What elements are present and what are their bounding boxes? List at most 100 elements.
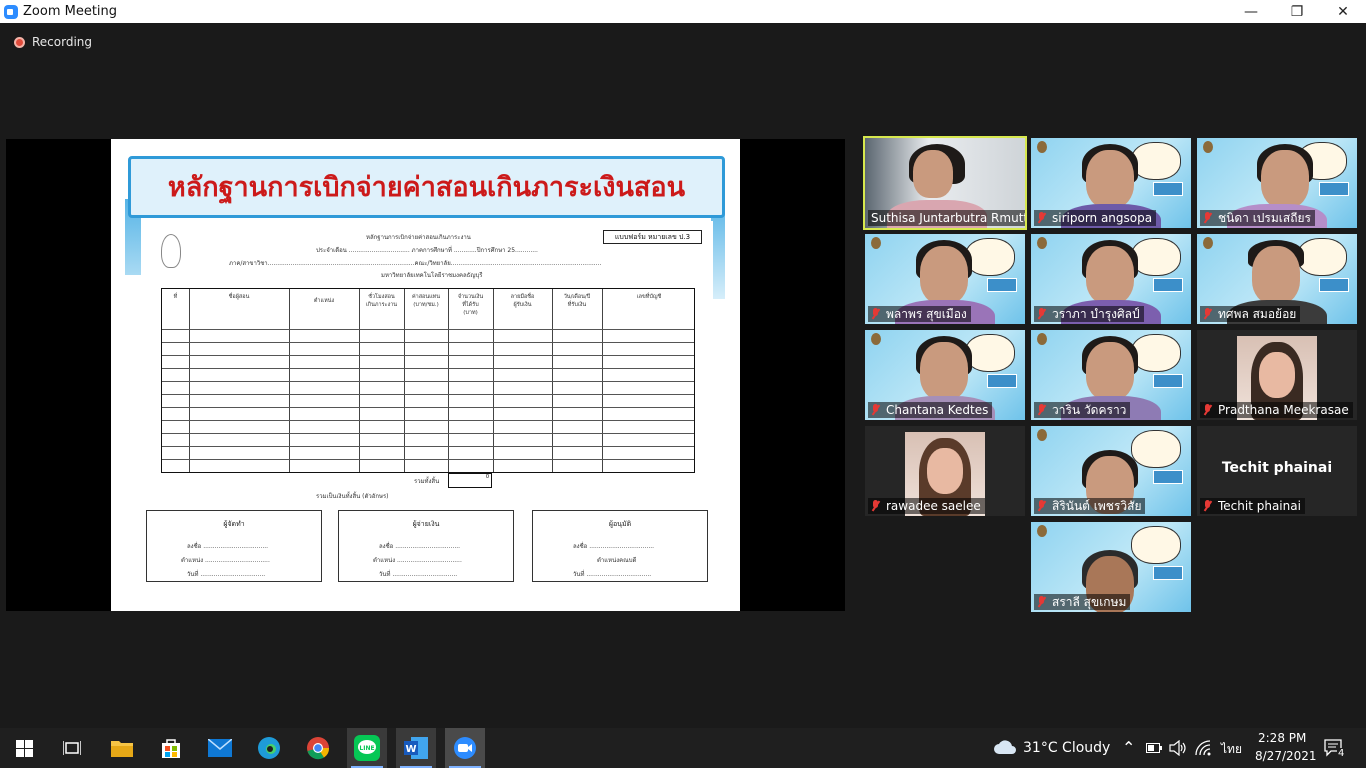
file-explorer-button[interactable] [102,728,142,768]
minimize-button[interactable]: — [1228,0,1274,23]
notification-count-badge: 4 [1337,748,1346,759]
signature-line: ตำแหน่งคณบดี [597,557,637,564]
table-header: เลขที่บัญชี [636,294,662,300]
task-view-icon [63,741,81,755]
zoom-icon [454,737,476,759]
participant-name: ชนิดา เปรมเสถียร [1200,210,1315,226]
table-header: ชั่วโมงสอน เกินภาระงาน [365,294,398,308]
mail-icon [208,739,232,757]
form-header-line: ประจำเดือน .............................… [316,247,538,254]
line-icon: LINE [354,735,380,761]
participant-tile[interactable]: ชนิดา เปรมเสถียร [1197,138,1357,228]
meeting-area: Recording หลักฐานการเบิกจ่ายค่าสอนเกินภา… [0,23,1366,728]
signature-line: วันที่ .................................… [379,571,458,578]
mic-muted-icon [871,308,880,320]
signature-box-payer: ผู้จ่ายเงิน ลงชื่อ .....................… [338,510,514,582]
mic-muted-icon [1037,500,1046,512]
file-explorer-icon [111,741,133,757]
participant-name: siriporn angsopa [1034,210,1157,226]
window-titlebar: Zoom Meeting — ❐ ✕ [0,0,1366,23]
mic-muted-icon [1203,308,1212,320]
start-button[interactable] [4,728,44,768]
wifi-icon[interactable] [1195,740,1211,756]
signature-line: ตำแหน่ง ................................… [181,557,270,564]
participant-name: วาริน วัดคราว [1034,402,1131,418]
mic-muted-icon [1037,212,1046,224]
mic-muted-icon [1203,500,1212,512]
windows-taskbar: LINE W 31°C Cloudy ⌃ ไทย 2:28 PM 8/27/20… [0,728,1366,768]
close-button[interactable]: ✕ [1320,0,1366,23]
participant-name: Suthisa Juntarbutra Rmutt [868,210,1025,226]
svg-text:W: W [405,744,416,755]
participant-tile[interactable]: Suthisa Juntarbutra Rmutt [863,136,1027,230]
mail-button[interactable] [200,728,240,768]
maximize-button[interactable]: ❐ [1274,0,1320,23]
table-header: ตำแหน่ง [313,298,335,304]
recording-icon [14,36,25,48]
chrome-icon [307,737,330,760]
participant-name: rawadee saelee [868,498,985,514]
participant-name: สราลี สุขเกษม [1034,594,1131,610]
participant-tile[interactable]: สราลี สุขเกษม [1031,522,1191,612]
line-app-button[interactable]: LINE [347,728,387,768]
table-header: จำนวนเงิน ที่ได้รับ (บาท) [457,294,484,316]
zoom-app-button[interactable] [445,728,485,768]
participant-name: Techit phainai [1200,498,1305,514]
mic-muted-icon [1203,212,1212,224]
participant-name: สิรินันต์ เพชรวิสัย [1034,498,1146,514]
show-hidden-icons-chevron-up-icon[interactable]: ⌃ [1122,738,1135,757]
shared-slide: หลักฐานการเบิกจ่ายค่าสอนเกินภาระเงินสอน … [111,139,740,611]
cloud-weather-icon [994,740,1016,754]
signature-box-preparer: ผู้จัดทำ ลงชื่อ ........................… [146,510,322,582]
word-icon: W [404,737,428,759]
signature-line: ตำแหน่ง ................................… [373,557,462,564]
battery-icon[interactable] [1146,741,1162,755]
participant-tile[interactable]: Chantana Kedtes [865,330,1025,420]
participant-tile[interactable]: siriporn angsopa [1031,138,1191,228]
signature-heading: ผู้จ่ายเงิน [412,520,440,528]
participant-tile[interactable]: Techit phainai Techit phainai [1197,426,1357,516]
task-view-button[interactable] [52,728,92,768]
participant-tile[interactable]: วาริน วัดคราว [1031,330,1191,420]
microsoft-store-button[interactable] [151,728,191,768]
speaker-volume-icon[interactable] [1169,740,1187,756]
form-header-line: หลักฐานการเบิกจ่ายค่าสอนเกินภาระงาน [366,234,471,241]
participant-name: วราภา บำรุงศิลป์ [1034,306,1144,322]
weather-widget[interactable]: 31°C Cloudy [1023,740,1110,756]
participant-tile[interactable]: สิรินันต์ เพชรวิสัย [1031,426,1191,516]
signature-line: วันที่ .................................… [573,571,652,578]
shared-screen[interactable]: หลักฐานการเบิกจ่ายค่าสอนเกินภาระเงินสอน … [6,139,845,611]
total-words-label: รวมเป็นเงินทั้งสิ้น (ตัวอักษร) [316,493,389,500]
form-table: ที่ ชื่อผู้สอน ตำแหน่ง ชั่วโมงสอน เกินภา… [161,288,695,473]
input-language-indicator[interactable]: ไทย [1221,740,1242,759]
slide-title: หลักฐานการเบิกจ่ายค่าสอนเกินภาระเงินสอน [167,172,686,203]
participant-tile[interactable]: พลาพร สุขเมือง [865,234,1025,324]
table-header: ค่าสอนแทน (บาท/ชม.) [411,294,441,308]
mic-muted-icon [1037,596,1046,608]
recording-indicator[interactable]: Recording [14,35,92,49]
mic-muted-icon [871,404,880,416]
participant-display-name: Techit phainai [1221,460,1333,476]
svg-text:LINE: LINE [359,745,374,752]
windows-start-icon [15,739,33,757]
participant-tile[interactable]: rawadee saelee [865,426,1025,516]
signature-line: วันที่ .................................… [187,571,266,578]
clock-time[interactable]: 2:28 PM [1258,731,1306,745]
participant-tile[interactable]: วราภา บำรุงศิลป์ [1031,234,1191,324]
participant-name: ทศพล สมอย้อย [1200,306,1301,322]
mic-muted-icon [871,500,880,512]
participant-tile[interactable]: Pradthana Meekrasae [1197,330,1357,420]
total-label: รวมทั้งสิ้น [414,478,440,485]
form-header-line: มหาวิทยาลัยเทคโนโลยีราชมงคลธัญบุรี [381,272,483,279]
word-app-button[interactable]: W [396,728,436,768]
zoom-app-icon [4,4,18,19]
participant-tile[interactable]: ทศพล สมอย้อย [1197,234,1357,324]
store-icon [162,739,180,758]
edge-browser-button[interactable] [249,728,289,768]
signature-heading: ผู้จัดทำ [223,520,245,528]
participant-name: พลาพร สุขเมือง [868,306,971,322]
total-value: 0 [448,473,492,488]
signature-line: ลงชื่อ .................................… [573,543,655,550]
chrome-browser-button[interactable] [298,728,338,768]
clock-date[interactable]: 8/27/2021 [1255,749,1317,763]
